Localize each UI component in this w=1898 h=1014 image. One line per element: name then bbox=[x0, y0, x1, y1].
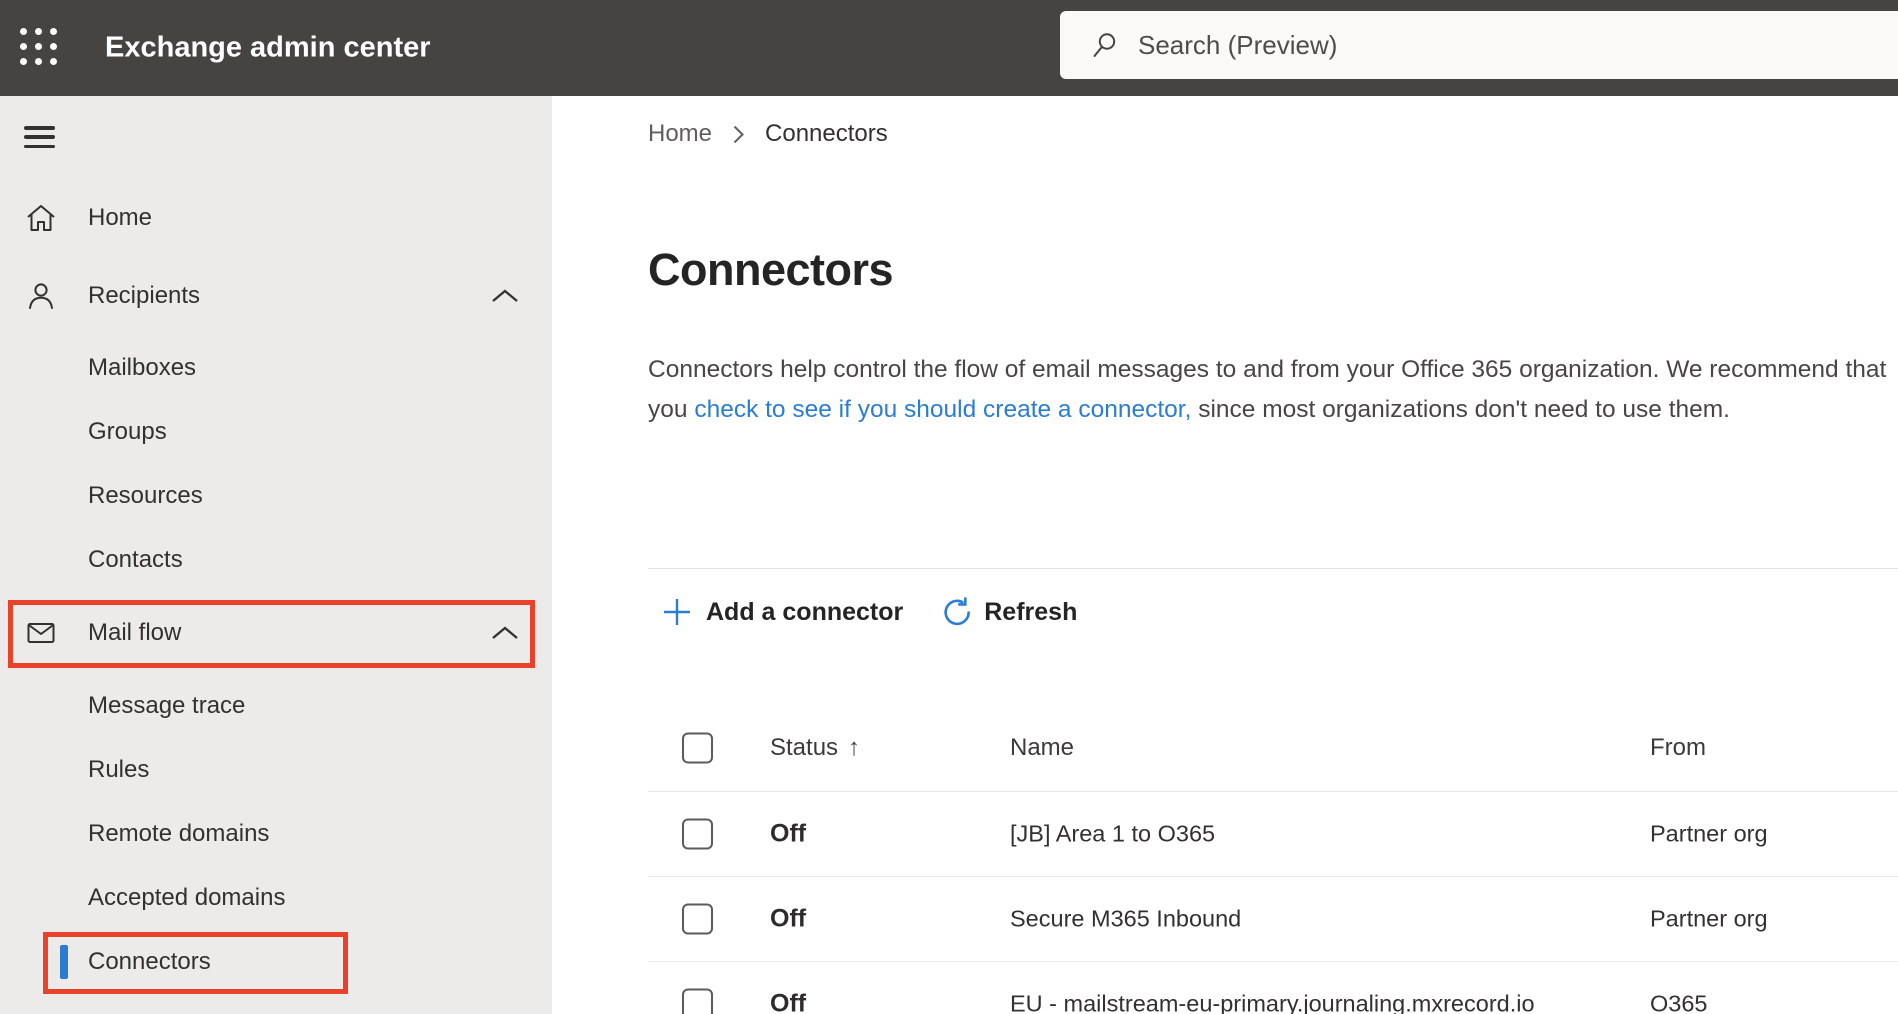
sidebar-item-contacts[interactable]: Contacts bbox=[0, 528, 552, 592]
table-row[interactable]: Off [JB] Area 1 to O365 Partner org bbox=[648, 792, 1898, 877]
cell-status: Off bbox=[770, 819, 807, 848]
plus-icon bbox=[661, 596, 693, 628]
column-header-status[interactable]: Status ↑ bbox=[770, 734, 860, 762]
sidebar-item-mail-flow[interactable]: Mail flow bbox=[0, 601, 552, 665]
breadcrumb-home-link[interactable]: Home bbox=[648, 120, 712, 148]
cell-from: O365 bbox=[1650, 990, 1708, 1014]
sidebar-item-label: Rules bbox=[88, 756, 150, 783]
cell-status: Off bbox=[770, 904, 807, 933]
exchange-admin-center-screen: Exchange admin center Search (Preview) H… bbox=[0, 0, 1898, 1014]
row-checkbox[interactable] bbox=[682, 818, 713, 850]
sidebar-item-label: Remote domains bbox=[88, 820, 270, 847]
breadcrumb: Home Connectors bbox=[648, 118, 888, 150]
selected-indicator bbox=[60, 945, 68, 979]
sidebar-item-label: Message trace bbox=[88, 692, 246, 719]
sidebar-item-message-trace[interactable]: Message trace bbox=[0, 674, 552, 738]
sidebar-item-mailboxes[interactable]: Mailboxes bbox=[0, 336, 552, 400]
chevron-right-icon bbox=[732, 124, 745, 145]
column-header-from[interactable]: From bbox=[1650, 734, 1706, 762]
sidebar-item-home[interactable]: Home bbox=[0, 186, 552, 250]
cell-status: Off bbox=[770, 989, 807, 1014]
column-header-name[interactable]: Name bbox=[1010, 734, 1074, 762]
search-input[interactable] bbox=[1136, 28, 1898, 62]
connectors-table: Status ↑ Name From Off [JB] Area 1 to O3… bbox=[648, 704, 1898, 1014]
column-header-label: Status bbox=[770, 733, 839, 761]
table-row[interactable]: Off Secure M365 Inbound Partner org bbox=[648, 877, 1898, 962]
mail-icon bbox=[24, 616, 58, 650]
page-title: Connectors bbox=[648, 244, 894, 295]
row-checkbox[interactable] bbox=[682, 903, 713, 935]
main-content: Home Connectors Connectors Connectors he… bbox=[552, 96, 1898, 1014]
breadcrumb-current: Connectors bbox=[765, 120, 888, 147]
cell-from: Partner org bbox=[1650, 905, 1768, 932]
sidebar-item-label: Resources bbox=[88, 482, 203, 509]
table-row[interactable]: Off EU - mailstream-eu-primary.journalin… bbox=[648, 962, 1898, 1014]
sidebar-item-rules[interactable]: Rules bbox=[0, 738, 552, 802]
toolbar-divider bbox=[648, 568, 1898, 569]
page-description: Connectors help control the flow of emai… bbox=[648, 350, 1898, 430]
sidebar-item-resources[interactable]: Resources bbox=[0, 464, 552, 528]
sidebar-item-label: Mail flow bbox=[88, 619, 182, 646]
column-header-label: Name bbox=[1010, 733, 1075, 761]
select-all-checkbox[interactable] bbox=[682, 732, 713, 763]
hamburger-menu-icon[interactable] bbox=[24, 126, 55, 148]
sidebar-item-remote-domains[interactable]: Remote domains bbox=[0, 802, 552, 866]
sidebar-item-label: Mailboxes bbox=[88, 354, 197, 381]
column-header-label: From bbox=[1650, 733, 1706, 761]
sidebar-item-connectors[interactable]: Connectors bbox=[0, 930, 552, 994]
table-header-row: Status ↑ Name From bbox=[648, 704, 1898, 792]
description-text: since most organizations don't need to u… bbox=[1191, 396, 1730, 423]
command-bar: Add a connector Refresh bbox=[648, 584, 1077, 640]
app-title: Exchange admin center bbox=[105, 31, 431, 64]
sidebar-item-recipients[interactable]: Recipients bbox=[0, 264, 552, 328]
cell-name: Secure M365 Inbound bbox=[1010, 905, 1242, 932]
chevron-up-icon bbox=[490, 288, 520, 305]
sidebar-item-label: Contacts bbox=[88, 546, 183, 573]
refresh-icon bbox=[939, 594, 975, 630]
topbar: Exchange admin center bbox=[0, 0, 1898, 96]
sidebar-item-label: Recipients bbox=[88, 282, 201, 309]
person-icon bbox=[24, 279, 58, 313]
search-icon bbox=[1090, 30, 1120, 60]
cell-from: Partner org bbox=[1650, 820, 1768, 847]
refresh-label: Refresh bbox=[984, 597, 1078, 626]
add-connector-label: Add a connector bbox=[706, 597, 904, 626]
app-launcher-waffle-icon[interactable] bbox=[20, 28, 60, 68]
refresh-button[interactable]: Refresh bbox=[939, 594, 1077, 630]
sidebar: Home Recipients Mailboxes Groups Resourc… bbox=[0, 96, 552, 1014]
add-connector-button[interactable]: Add a connector bbox=[661, 596, 903, 628]
sidebar-item-label: Accepted domains bbox=[88, 884, 286, 911]
sidebar-item-label: Connectors bbox=[88, 948, 211, 975]
sidebar-item-label: Groups bbox=[88, 418, 167, 445]
home-icon bbox=[24, 201, 58, 235]
sidebar-item-groups[interactable]: Groups bbox=[0, 400, 552, 464]
sidebar-nav: Home Recipients Mailboxes Groups Resourc… bbox=[0, 186, 552, 994]
cell-name: [JB] Area 1 to O365 bbox=[1010, 820, 1216, 847]
sidebar-item-label: Home bbox=[88, 204, 153, 231]
create-connector-link[interactable]: check to see if you should create a conn… bbox=[694, 396, 1191, 423]
row-checkbox[interactable] bbox=[682, 988, 713, 1014]
sidebar-item-accepted-domains[interactable]: Accepted domains bbox=[0, 866, 552, 930]
chevron-up-icon bbox=[490, 625, 520, 642]
sort-ascending-icon: ↑ bbox=[848, 733, 861, 761]
search-box[interactable] bbox=[1060, 11, 1898, 79]
cell-name: EU - mailstream-eu-primary.journaling.mx… bbox=[1010, 990, 1535, 1014]
